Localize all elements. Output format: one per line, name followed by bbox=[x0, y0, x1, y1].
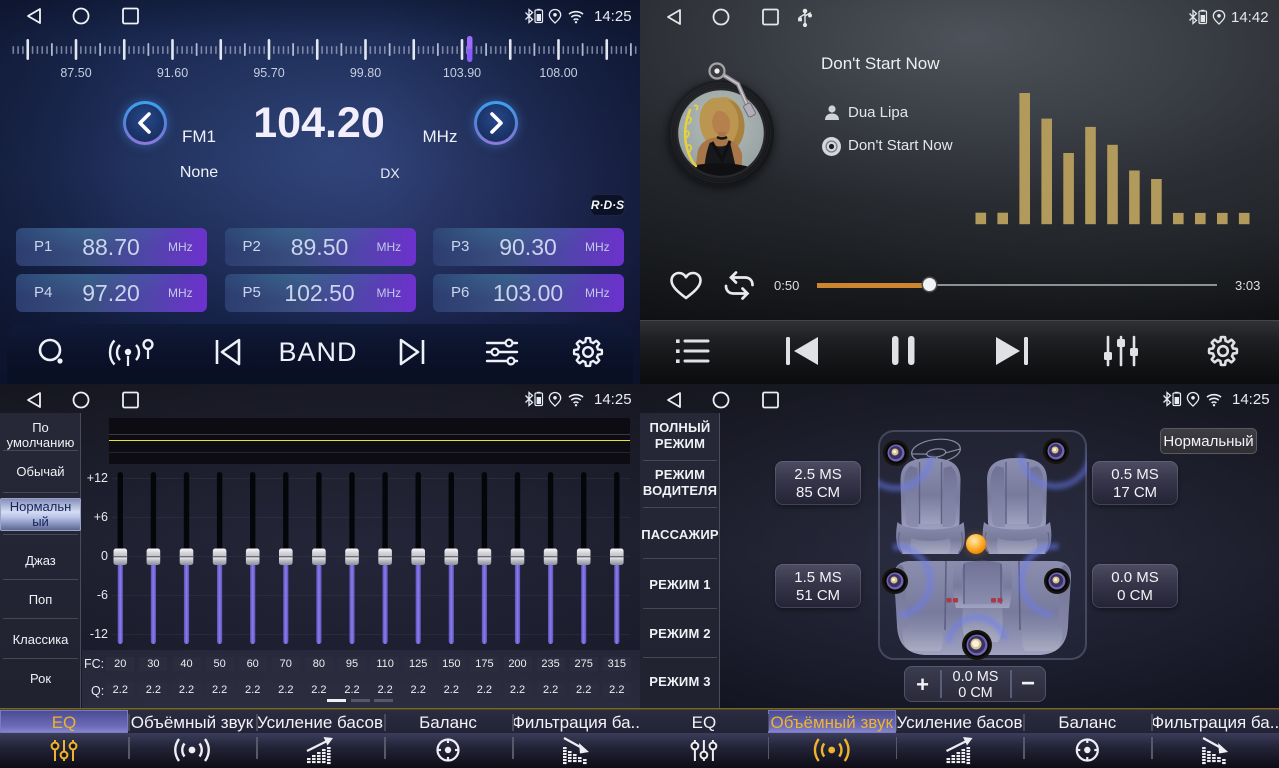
svg-text:BAND: BAND bbox=[278, 337, 357, 367]
